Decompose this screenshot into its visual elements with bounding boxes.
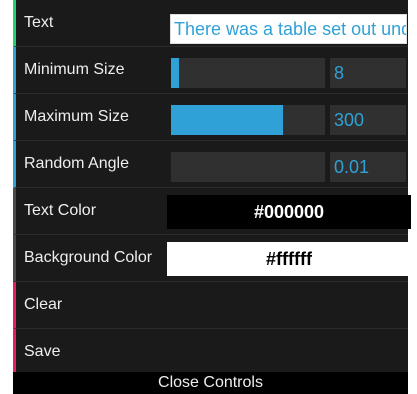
text-input[interactable]: There was a table set out under a tree xyxy=(170,14,407,44)
max-size-input[interactable]: 300 xyxy=(330,105,406,135)
max-size-row: Maximum Size 300 xyxy=(13,94,408,141)
min-size-slider[interactable] xyxy=(171,58,325,88)
random-angle-input[interactable]: 0.01 xyxy=(330,152,406,182)
background-color-label: Background Color xyxy=(24,249,153,266)
min-size-row: Minimum Size 8 xyxy=(13,47,408,94)
text-color-swatch[interactable]: #000000 xyxy=(167,195,411,229)
text-color-label: Text Color xyxy=(24,202,97,219)
background-color-swatch[interactable]: #ffffff xyxy=(167,242,411,276)
text-row: Text There was a table set out under a t… xyxy=(13,0,408,47)
random-angle-label: Random Angle xyxy=(24,155,129,172)
clear-button[interactable]: Clear xyxy=(13,282,408,329)
min-size-input[interactable]: 8 xyxy=(330,58,406,88)
max-size-slider-fill xyxy=(171,105,284,135)
max-size-label: Maximum Size xyxy=(24,108,129,125)
background-color-row: Background Color #ffffff xyxy=(13,235,411,282)
close-controls-button[interactable]: Close Controls xyxy=(13,372,408,394)
save-label: Save xyxy=(24,343,61,360)
random-angle-row: Random Angle 0.01 xyxy=(13,141,408,188)
clear-label: Clear xyxy=(24,296,63,313)
text-color-row: Text Color #000000 xyxy=(13,188,411,235)
max-size-slider[interactable] xyxy=(171,105,325,135)
controls-panel: Text There was a table set out under a t… xyxy=(13,0,411,376)
random-angle-slider[interactable] xyxy=(171,152,325,182)
text-label: Text xyxy=(24,14,54,31)
min-size-label: Minimum Size xyxy=(24,61,125,78)
min-size-slider-fill xyxy=(171,58,179,88)
save-button[interactable]: Save xyxy=(13,329,408,376)
